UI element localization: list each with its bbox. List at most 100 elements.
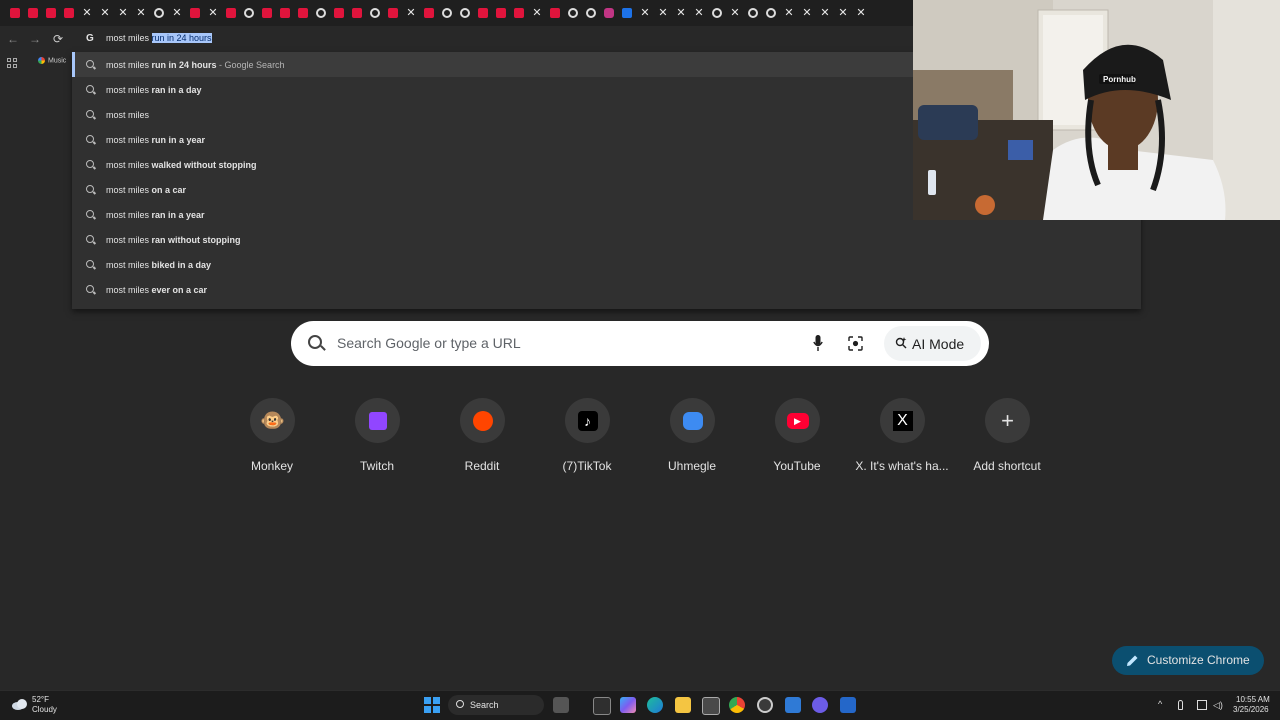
clock-date[interactable]: 3/25/2026 bbox=[1233, 705, 1269, 714]
taskbar-search-label[interactable]: Search bbox=[470, 700, 499, 710]
browser-tab[interactable]: ✕ bbox=[96, 4, 114, 22]
weather-temperature[interactable]: 52°F bbox=[32, 695, 49, 704]
browser-tab[interactable] bbox=[6, 4, 24, 22]
shortcut-tile[interactable]: + Add shortcut bbox=[955, 398, 1059, 478]
omnibox-input[interactable]: most miles run in 24 hours bbox=[106, 33, 212, 43]
browser-tab[interactable] bbox=[546, 4, 564, 22]
chrome-taskbar-icon[interactable] bbox=[729, 697, 745, 713]
shortcut-label: Twitch bbox=[359, 459, 394, 473]
browser-tab[interactable] bbox=[42, 4, 60, 22]
browser-tab[interactable]: ✕ bbox=[834, 4, 852, 22]
browser-tab[interactable] bbox=[222, 4, 240, 22]
browser-tab[interactable]: ✕ bbox=[780, 4, 798, 22]
browser-tab[interactable]: ✕ bbox=[402, 4, 420, 22]
suggestion-row[interactable]: most miles ever on a car bbox=[72, 277, 1141, 302]
store-icon[interactable] bbox=[702, 697, 720, 715]
reload-button[interactable]: ⟳ bbox=[49, 30, 67, 48]
volume-icon[interactable]: ◁) bbox=[1213, 700, 1223, 710]
file-explorer-icon[interactable] bbox=[675, 697, 691, 713]
apps-grid-icon[interactable] bbox=[7, 58, 17, 68]
discord-icon[interactable] bbox=[812, 697, 828, 713]
forward-button[interactable]: → bbox=[26, 30, 44, 48]
back-button[interactable]: ← bbox=[4, 30, 22, 48]
browser-tab[interactable] bbox=[744, 4, 762, 22]
search-icon bbox=[456, 700, 464, 708]
tray-chevron-icon[interactable]: ^ bbox=[1158, 699, 1162, 709]
bookmark-music[interactable]: Music bbox=[38, 57, 66, 64]
shortcut-tile[interactable]: ▶ YouTube bbox=[745, 398, 849, 478]
x-icon: ✕ bbox=[118, 7, 128, 19]
edge-icon[interactable] bbox=[647, 697, 663, 713]
browser-tab[interactable] bbox=[492, 4, 510, 22]
copilot-app-icon[interactable] bbox=[620, 697, 636, 713]
browser-tab[interactable] bbox=[438, 4, 456, 22]
browser-tab[interactable] bbox=[60, 4, 78, 22]
task-view-icon[interactable] bbox=[593, 697, 611, 715]
browser-tab[interactable] bbox=[474, 4, 492, 22]
shortcut-tile[interactable]: X X. It's what's ha... bbox=[850, 398, 954, 478]
webcam-overlay: Pornhub bbox=[913, 0, 1280, 220]
browser-tab[interactable] bbox=[312, 4, 330, 22]
shortcut-tile[interactable]: ♪ (7)TikTok bbox=[535, 398, 639, 478]
google-lens-icon[interactable] bbox=[848, 336, 863, 351]
browser-tab[interactable]: ✕ bbox=[636, 4, 654, 22]
browser-tab[interactable] bbox=[600, 4, 618, 22]
suggestion-row[interactable]: most miles ran without stopping bbox=[72, 227, 1141, 252]
browser-tab[interactable] bbox=[366, 4, 384, 22]
windows-start-icon[interactable] bbox=[424, 697, 440, 713]
obs-icon[interactable] bbox=[757, 697, 773, 713]
browser-tab[interactable] bbox=[762, 4, 780, 22]
browser-tab[interactable] bbox=[564, 4, 582, 22]
copilot-icon[interactable] bbox=[553, 697, 569, 713]
shortcut-tile[interactable]: 🐵 Monkey bbox=[220, 398, 324, 478]
browser-tab[interactable] bbox=[384, 4, 402, 22]
shortcut-tile[interactable]: Uhmegle bbox=[640, 398, 744, 478]
browser-tab[interactable] bbox=[582, 4, 600, 22]
browser-tab[interactable]: ✕ bbox=[204, 4, 222, 22]
browser-tab[interactable] bbox=[348, 4, 366, 22]
browser-tab[interactable] bbox=[258, 4, 276, 22]
search-icon bbox=[86, 260, 94, 268]
shortcut-tile[interactable]: Reddit bbox=[430, 398, 534, 478]
youtube-icon bbox=[280, 8, 290, 18]
clock-time[interactable]: 10:55 AM bbox=[1236, 695, 1270, 704]
browser-tab[interactable] bbox=[420, 4, 438, 22]
customize-chrome-label: Customize Chrome bbox=[1147, 653, 1250, 667]
browser-tab[interactable]: ✕ bbox=[114, 4, 132, 22]
browser-tab[interactable] bbox=[186, 4, 204, 22]
app-icon[interactable] bbox=[840, 697, 856, 713]
browser-tab[interactable]: ✕ bbox=[798, 4, 816, 22]
browser-tab[interactable] bbox=[618, 4, 636, 22]
browser-tab[interactable]: ✕ bbox=[528, 4, 546, 22]
browser-tab[interactable] bbox=[276, 4, 294, 22]
network-icon[interactable] bbox=[1197, 700, 1207, 710]
browser-tab[interactable] bbox=[150, 4, 168, 22]
shortcut-label: (7)TikTok bbox=[562, 459, 612, 473]
ntp-search-placeholder[interactable]: Search Google or type a URL bbox=[337, 335, 521, 351]
notepad-icon[interactable] bbox=[785, 697, 801, 713]
browser-tab[interactable] bbox=[24, 4, 42, 22]
browser-tab[interactable]: ✕ bbox=[132, 4, 150, 22]
suggestion-row[interactable]: most miles biked in a day bbox=[72, 252, 1141, 277]
browser-tab[interactable]: ✕ bbox=[672, 4, 690, 22]
browser-tab[interactable]: ✕ bbox=[78, 4, 96, 22]
browser-tab[interactable] bbox=[456, 4, 474, 22]
browser-tab[interactable]: ✕ bbox=[816, 4, 834, 22]
browser-tab[interactable] bbox=[294, 4, 312, 22]
shortcut-tile[interactable]: Twitch bbox=[325, 398, 429, 478]
browser-tab[interactable]: ✕ bbox=[852, 4, 870, 22]
browser-tab[interactable] bbox=[240, 4, 258, 22]
microphone-tray-icon[interactable] bbox=[1178, 700, 1183, 710]
browser-tab[interactable]: ✕ bbox=[654, 4, 672, 22]
microphone-icon[interactable] bbox=[813, 335, 823, 351]
browser-tab[interactable] bbox=[708, 4, 726, 22]
browser-tab[interactable]: ✕ bbox=[690, 4, 708, 22]
browser-tab[interactable]: ✕ bbox=[168, 4, 186, 22]
browser-tab[interactable] bbox=[330, 4, 348, 22]
x-icon: ✕ bbox=[100, 7, 110, 19]
browser-tab[interactable]: ✕ bbox=[726, 4, 744, 22]
youtube-icon bbox=[46, 8, 56, 18]
weather-condition[interactable]: Cloudy bbox=[32, 705, 57, 714]
browser-tab[interactable] bbox=[510, 4, 528, 22]
cloud-icon[interactable] bbox=[11, 698, 29, 710]
